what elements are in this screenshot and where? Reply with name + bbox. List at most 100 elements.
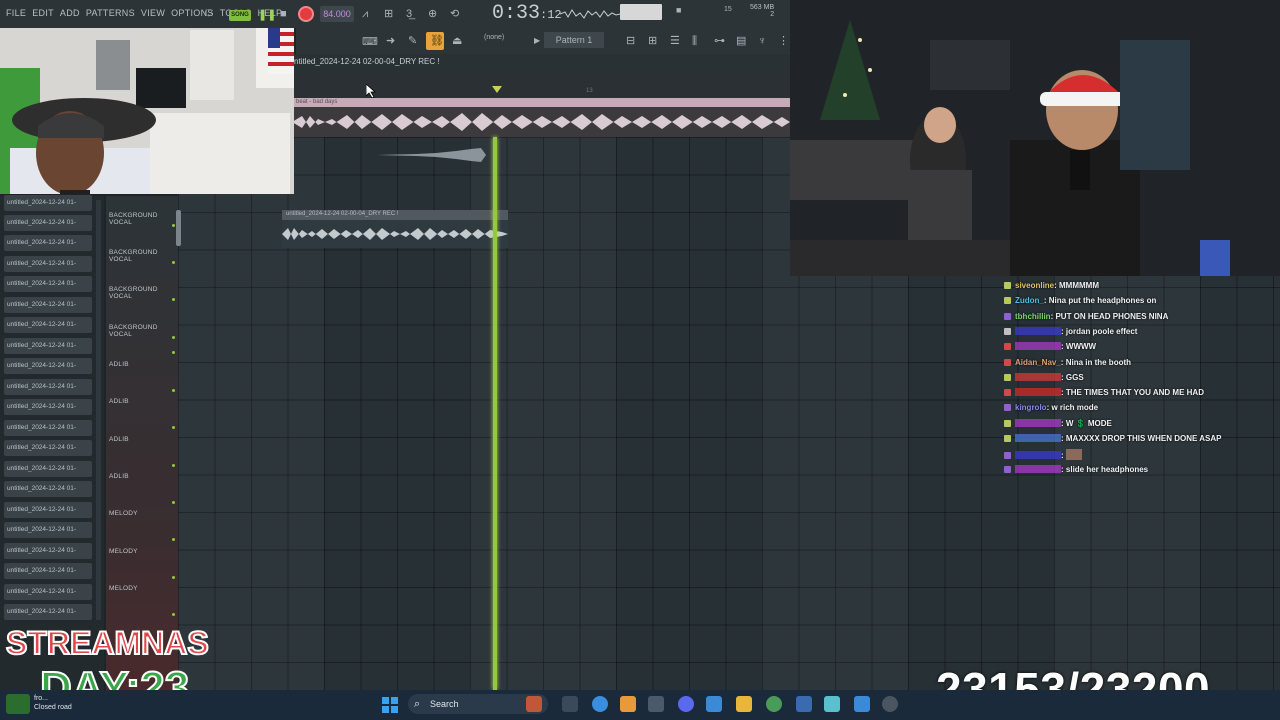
track-name[interactable]: ADLIB [109, 398, 129, 405]
playhead[interactable] [493, 137, 497, 690]
notepad-icon[interactable] [796, 696, 812, 712]
chrome-icon[interactable] [592, 696, 608, 712]
browser-item[interactable]: untitled_2024-12-24 01- [4, 481, 92, 497]
track-scrollbar[interactable] [176, 210, 181, 246]
piano-roll-icon[interactable]: ⊞ [648, 35, 657, 47]
fl-studio-icon[interactable] [620, 696, 636, 712]
vocal-clip-waveform[interactable] [282, 220, 508, 248]
track-name[interactable]: ADLIB [109, 473, 129, 480]
weather-widget[interactable]: fro... Closed road [34, 694, 72, 712]
chat-badge-icon[interactable] [1004, 452, 1011, 460]
app-icon-3[interactable] [854, 696, 870, 712]
menu-file[interactable]: FILE [6, 8, 26, 18]
step-edit-icon[interactable]: ⊕ [428, 8, 437, 20]
song-mode-toggle[interactable]: SONG [229, 10, 251, 21]
pattern-selector[interactable]: Pattern 1 [544, 32, 604, 48]
browser-item[interactable]: untitled_2024-12-24 01- [4, 195, 92, 211]
chat-username[interactable] [1015, 326, 1061, 335]
menu-view[interactable]: VIEW [141, 8, 165, 18]
tempo-tap-icon[interactable]: ◌ [204, 5, 213, 20]
task-view-icon[interactable] [562, 696, 578, 712]
countdown-icon[interactable]: 3̲ [406, 8, 412, 20]
browser-icon[interactable]: ⊶ [714, 35, 725, 47]
browser-item[interactable]: untitled_2024-12-24 01- [4, 399, 92, 415]
chat-badge-icon[interactable] [1004, 358, 1011, 366]
track-name[interactable]: MELODY [109, 510, 138, 517]
track-active-dot[interactable] [172, 224, 175, 227]
browser-item[interactable]: untitled_2024-12-24 01- [4, 502, 92, 518]
beat-clip-waveform[interactable] [292, 107, 790, 137]
chat-badge-icon[interactable] [1004, 435, 1011, 442]
browser-item[interactable]: untitled_2024-12-24 01- [4, 276, 92, 292]
none-selector[interactable]: (none) [484, 34, 504, 41]
track-active-dot[interactable] [172, 261, 175, 264]
chat-username[interactable] [1015, 342, 1061, 351]
browser-item[interactable]: untitled_2024-12-24 01- [4, 379, 92, 395]
browser-item[interactable]: untitled_2024-12-24 01- [4, 461, 92, 477]
chat-username[interactable] [1015, 464, 1061, 473]
app-icon-2[interactable] [824, 696, 840, 712]
track-active-dot[interactable] [172, 501, 175, 504]
chat-badge-icon[interactable] [1004, 297, 1011, 305]
track-active-dot[interactable] [172, 613, 175, 616]
small-audio-clip[interactable] [376, 145, 488, 165]
browser-item[interactable]: untitled_2024-12-24 01- [4, 215, 92, 231]
browser-item[interactable]: untitled_2024-12-24 01- [4, 297, 92, 313]
browser-item[interactable]: untitled_2024-12-24 01- [4, 338, 92, 354]
store-icon[interactable] [706, 696, 722, 712]
track-name[interactable]: ADLIB [109, 361, 129, 368]
loop-record-icon[interactable]: ⟲ [450, 8, 459, 20]
pencil-icon[interactable]: ✎ [408, 35, 417, 47]
settings-gear-icon[interactable] [766, 696, 782, 712]
track-name[interactable]: BACKGROUND VOCAL [109, 212, 178, 226]
chat-username[interactable]: Zudon_ [1015, 296, 1044, 305]
chat-badge-icon[interactable] [1004, 282, 1011, 289]
track-name[interactable]: MELODY [109, 585, 138, 592]
search-highlight-icon[interactable] [526, 696, 542, 712]
song-marker[interactable] [492, 86, 502, 93]
app-icon[interactable] [648, 696, 664, 712]
track-active-dot[interactable] [172, 538, 175, 541]
browser-item[interactable]: untitled_2024-12-24 01- [4, 317, 92, 333]
track-name[interactable]: MELODY [109, 548, 138, 555]
keyboard-icon[interactable]: ⌨ [362, 36, 378, 48]
chat-badge-icon[interactable] [1004, 465, 1011, 473]
chat-badge-icon[interactable] [1004, 404, 1011, 412]
plugin-icon[interactable]: ♆ [758, 35, 766, 47]
chat-username[interactable]: tbhchillin [1015, 312, 1051, 321]
play-small-icon[interactable]: ▶ [534, 35, 540, 47]
browser-item[interactable]: untitled_2024-12-24 01- [4, 235, 92, 251]
chat-badge-icon[interactable] [1004, 343, 1011, 351]
browser-item[interactable]: untitled_2024-12-24 01- [4, 584, 92, 600]
chat-username[interactable]: siveonline [1015, 281, 1054, 290]
track-active-dot[interactable] [172, 576, 175, 579]
stop-icon[interactable]: ■ [280, 8, 287, 20]
mixer-icon[interactable]: ⫼ [692, 35, 697, 47]
chat-username[interactable] [1015, 372, 1061, 381]
menu-add[interactable]: ADD [60, 8, 80, 18]
browser-item[interactable]: untitled_2024-12-24 01- [4, 543, 92, 559]
chat-badge-icon[interactable] [1004, 373, 1011, 381]
chat-username[interactable]: kingrolo [1015, 403, 1047, 412]
track-name[interactable]: ADLIB [109, 436, 129, 443]
arrow-right-icon[interactable]: ➜ [386, 35, 395, 47]
track-name[interactable]: BACKGROUND VOCAL [109, 286, 178, 300]
wait-input-icon[interactable]: ⊞ [384, 8, 393, 20]
chat-badge-icon[interactable] [1004, 419, 1011, 427]
chat-badge-icon[interactable] [1004, 389, 1011, 397]
track-active-dot[interactable] [172, 336, 175, 339]
record-button[interactable] [298, 6, 314, 22]
chat-badge-icon[interactable] [1004, 312, 1011, 320]
track-name[interactable]: BACKGROUND VOCAL [109, 324, 178, 338]
browser-item[interactable]: untitled_2024-12-24 01- [4, 358, 92, 374]
weather-widget-icon[interactable] [6, 694, 30, 714]
chat-badge-icon[interactable] [1004, 327, 1011, 335]
metronome-icon[interactable]: ⩘ [362, 8, 368, 20]
track-active-dot[interactable] [172, 351, 175, 354]
menu-edit[interactable]: EDIT [32, 8, 54, 18]
browser-item[interactable]: untitled_2024-12-24 01- [4, 522, 92, 538]
browser-item[interactable]: untitled_2024-12-24 01- [4, 604, 92, 620]
project-icon[interactable]: ▤ [736, 35, 746, 47]
obs-icon[interactable] [882, 696, 898, 712]
chat-username[interactable] [1015, 451, 1061, 460]
